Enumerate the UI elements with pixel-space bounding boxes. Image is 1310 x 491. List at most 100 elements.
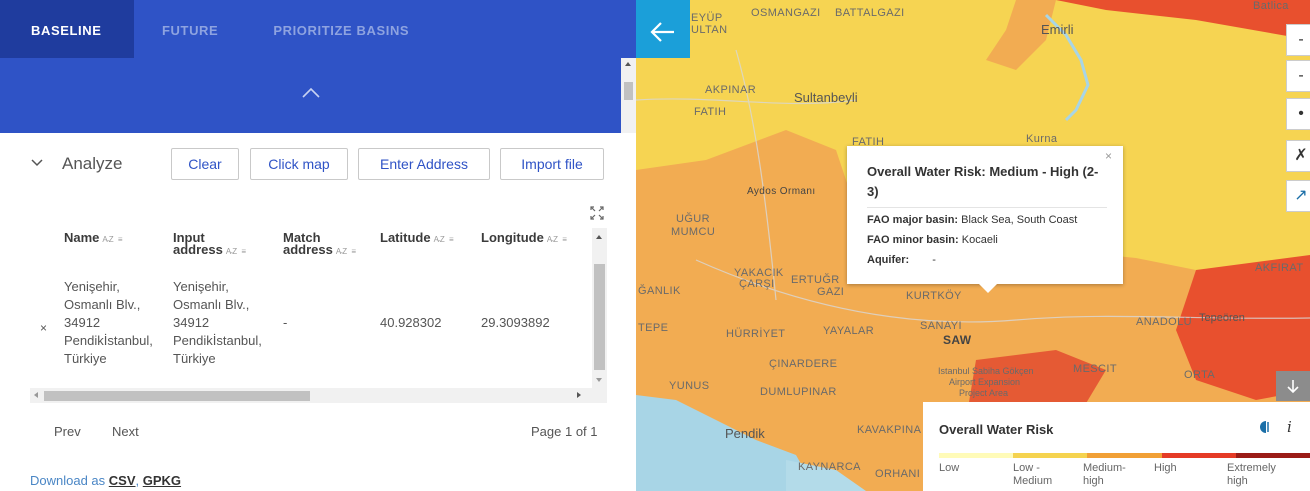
map-label: Istanbul Sabiha Gökçen [938, 366, 1034, 376]
cell-longitude: 29.3093892 [481, 315, 550, 330]
table-row: × Yenişehir, Osmanlı Blv., 34912 Pendikİ… [30, 270, 592, 388]
map-label: ULTAN [691, 24, 728, 36]
download-links: Download as CSV, GPKG [30, 473, 182, 488]
cell-line: Yenişehir, [64, 279, 120, 294]
popup-row-value: Kocaeli [961, 234, 998, 246]
popup-divider [867, 207, 1107, 208]
prev-page-button[interactable]: Prev [54, 424, 81, 439]
map-label: HÜRRİYET [726, 328, 786, 340]
arrow-left-icon [650, 22, 674, 42]
scrollbar-thumb[interactable] [44, 391, 310, 401]
zoom-out-alt-button[interactable]: - [1286, 60, 1310, 92]
map-label: AKFIRAT [1255, 262, 1304, 274]
cell-line: Türkiye [64, 351, 107, 366]
cell-line: Pendikİstanbul, [64, 333, 153, 348]
scroll-left-arrow-icon[interactable] [34, 392, 38, 398]
scrollbar-thumb[interactable] [594, 264, 605, 370]
info-icon[interactable]: i [1287, 418, 1292, 436]
map-label: Airport Expansion [949, 377, 1021, 387]
map-label: SAW [943, 333, 972, 347]
sort-icon[interactable]: A̵Z ≡ [336, 247, 357, 256]
scroll-right-arrow-icon[interactable] [577, 392, 581, 398]
map-label: Project Area [959, 388, 1009, 398]
back-arrow-button[interactable] [636, 0, 690, 58]
cell-line: Yenişehir, [173, 279, 229, 294]
close-popup-button[interactable]: × [1105, 149, 1112, 163]
sort-icon[interactable]: A̵Z ≡ [434, 235, 455, 244]
table-vertical-scrollbar[interactable] [592, 228, 607, 388]
popup-row-value: - [932, 254, 936, 266]
enter-address-button[interactable]: Enter Address [358, 148, 490, 180]
collapse-panel-chevron-up-icon[interactable] [297, 82, 325, 102]
legend-title: Overall Water Risk [939, 422, 1054, 437]
column-header-longitude[interactable]: Longitude A̵Z ≡ [481, 231, 568, 246]
map-label: TEPE [638, 322, 669, 334]
legend-category-line: Low [939, 462, 960, 474]
column-header-match-address[interactable]: Match address A̵Z ≡ [283, 231, 357, 258]
sort-icon[interactable]: A̵Z ≡ [226, 247, 247, 256]
popup-row: Aquifer: - [867, 254, 936, 266]
popup-row-label: FAO minor basin: [867, 234, 959, 246]
column-header-label: Latitude [380, 230, 431, 245]
sort-icon[interactable]: A̵Z ≡ [102, 235, 123, 244]
tab-baseline[interactable]: BASELINE [0, 0, 134, 58]
tab-prioritize-basins[interactable]: PRIORITIZE BASINS [242, 0, 440, 58]
column-header-latitude[interactable]: Latitude A̵Z ≡ [380, 230, 455, 246]
share-button[interactable]: ↗ [1286, 180, 1310, 212]
remove-row-button[interactable]: × [40, 321, 47, 335]
locate-button[interactable]: • [1286, 98, 1310, 130]
risk-popup: × Overall Water Risk: Medium - High (2-3… [847, 146, 1123, 293]
cell-line: 34912 [64, 315, 101, 330]
table-horizontal-scrollbar[interactable] [30, 388, 607, 403]
scroll-up-arrow-icon[interactable] [596, 235, 602, 239]
legend-panel: Overall Water Risk i Low Low - Medium Med… [923, 402, 1310, 491]
legend-category-line: High [1154, 462, 1177, 474]
layer-toggle-icon[interactable] [1259, 420, 1273, 434]
tools-button[interactable]: ✗ [1286, 140, 1310, 172]
scrollbar-thumb[interactable] [624, 82, 633, 100]
expand-fullscreen-icon[interactable] [589, 205, 605, 221]
zoom-out-button[interactable]: - [1286, 24, 1310, 56]
legend-swatch-extremely-high [1235, 453, 1310, 458]
map-label: ANADOLU [1136, 316, 1192, 328]
cell-line: 34912 [173, 315, 210, 330]
click-map-button[interactable]: Click map [250, 148, 348, 180]
map-label: KAVAKPINA [857, 424, 922, 436]
download-csv-link[interactable]: CSV [109, 473, 136, 488]
legend-color-bar [939, 453, 1310, 458]
collapse-analyze-chevron-down-icon[interactable] [30, 156, 44, 170]
map-label: KAYNARCA [798, 461, 861, 473]
map-label: ORTA [1184, 369, 1216, 381]
map-view[interactable]: EYÜP ULTAN OSMANGAZI BATTALGAZI Emirli B… [636, 0, 1310, 491]
column-header-name[interactable]: Name A̵Z ≡ [64, 231, 124, 246]
popup-row-label: Aquifer: [867, 254, 910, 266]
legend-category-line: high [1227, 475, 1248, 487]
panel-scrollbar[interactable] [621, 58, 636, 133]
collapse-legend-button[interactable] [1276, 371, 1310, 401]
map-label: DUMLUPINAR [760, 386, 837, 398]
map-label: Pendik [725, 426, 765, 441]
map-label: FATIH [694, 106, 727, 118]
scroll-up-arrow-icon[interactable] [625, 62, 631, 66]
legend-category: High [1154, 462, 1177, 475]
analysis-panel: BASELINE FUTURE PRIORITIZE BASINS Analyz… [0, 0, 636, 491]
popup-title: Overall Water Risk: Medium - High (2-3) [867, 164, 1099, 199]
scroll-down-arrow-icon[interactable] [596, 378, 602, 382]
tab-future[interactable]: FUTURE [134, 0, 242, 58]
cell-line: Osmanlı Blv., [173, 297, 250, 312]
download-gpkg-link[interactable]: GPKG [143, 473, 181, 488]
map-label: Aydos Ormanı [747, 186, 816, 197]
column-header-input-address[interactable]: Input address A̵Z ≡ [173, 231, 247, 258]
arrow-down-icon [1287, 380, 1299, 394]
cell-input-address: Yenişehir, Osmanlı Blv., 34912 Pendikİst… [173, 278, 262, 368]
popup-row-value: Black Sea, South Coast [961, 214, 1078, 226]
next-page-button[interactable]: Next [112, 424, 139, 439]
clear-button[interactable]: Clear [171, 148, 239, 180]
import-file-button[interactable]: Import file [500, 148, 604, 180]
download-prefix: Download as [30, 473, 106, 488]
cell-line: Pendikİstanbul, [173, 333, 262, 348]
cell-latitude: 40.928302 [380, 315, 442, 330]
legend-category: Low - Medium [1013, 462, 1052, 488]
legend-category-line: Medium- [1083, 462, 1126, 474]
sort-icon[interactable]: A̵Z ≡ [547, 235, 568, 244]
